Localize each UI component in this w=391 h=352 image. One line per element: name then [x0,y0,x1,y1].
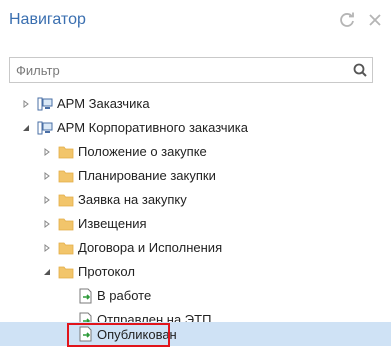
expand-arrow-icon[interactable] [42,243,52,253]
refresh-icon[interactable] [338,11,356,29]
filter-box [9,57,373,83]
tree-item-notices[interactable]: Извещения [0,212,391,235]
tree-item-published[interactable]: Опубликован [0,322,391,347]
expand-arrow-icon[interactable] [42,219,52,229]
tree-item-procurement-request[interactable]: Заявка на закупку [0,188,391,211]
collapse-arrow-icon[interactable] [21,123,31,133]
tree-item-label: Планирование закупки [78,168,216,183]
tree-item-label: Договора и Исполнения [78,240,223,255]
expand-arrow-icon[interactable] [21,99,31,109]
tree-item-label: АРМ Корпоративного заказчика [57,120,248,135]
collapse-arrow-icon[interactable] [42,267,52,277]
workstation-icon [37,96,53,112]
expand-arrow-icon[interactable] [42,171,52,181]
tree-item-label: Извещения [78,216,147,231]
tree-item-protocol[interactable]: Протокол [0,260,391,283]
folder-icon [58,168,74,184]
tree-item-label: Заявка на закупку [78,192,187,207]
tree-item-label: АРМ Заказчика [57,96,150,111]
highlight-frame [67,323,170,347]
folder-icon [58,216,74,232]
tree-item-label: Положение о закупке [78,144,207,159]
tree-item-arm-customer[interactable]: АРМ Заказчика [0,92,391,115]
tree-item-arm-corporate-customer[interactable]: АРМ Корпоративного заказчика [0,116,391,139]
navigator-header: Навигатор [0,0,391,42]
tree-item-in-progress[interactable]: В работе [0,284,391,307]
navigator-title: Навигатор [9,11,86,28]
folder-icon [58,192,74,208]
expand-arrow-icon[interactable] [42,147,52,157]
search-icon[interactable] [348,58,372,82]
tree-item-contracts[interactable]: Договора и Исполнения [0,236,391,259]
folder-icon [58,264,74,280]
close-icon[interactable] [366,11,384,29]
filter-input[interactable] [10,58,340,82]
tree-item-label: Протокол [78,264,135,279]
workstation-icon [37,120,53,136]
tree-item-procurement-planning[interactable]: Планирование закупки [0,164,391,187]
tree-item-procurement-regulation[interactable]: Положение о закупке [0,140,391,163]
folder-icon [58,144,74,160]
tree-item-label: В работе [97,288,152,303]
folder-icon [58,240,74,256]
document-arrow-icon [78,288,94,304]
expand-arrow-icon[interactable] [42,195,52,205]
